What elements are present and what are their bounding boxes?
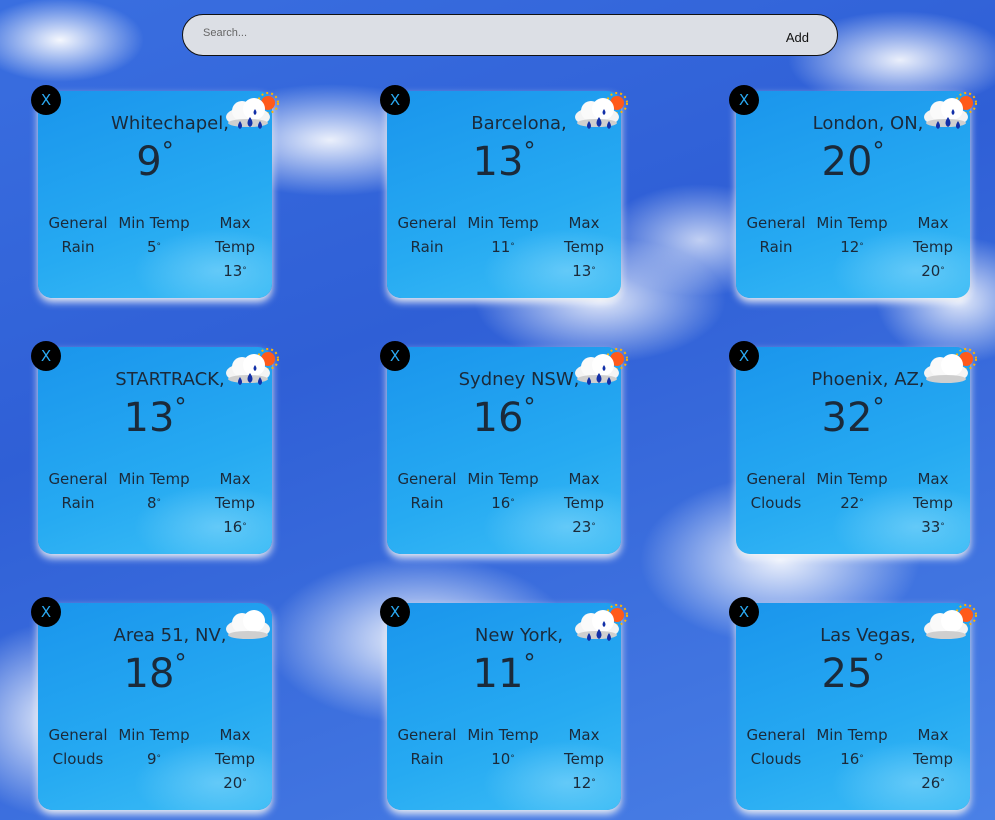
weather-card: X New York, 11° General Rain Min Temp 10° … [380, 597, 628, 810]
current-temperature: 16° [472, 393, 536, 441]
city-name: Las Vegas, [820, 625, 916, 646]
city-name: London, ON, [812, 113, 924, 134]
current-temperature: 13° [472, 137, 536, 185]
current-temperature: 20° [821, 137, 885, 185]
max-temp-column: Max Temp 12° [564, 726, 604, 792]
close-button[interactable]: X [380, 597, 410, 627]
current-temperature: 25° [821, 649, 885, 697]
city-name: New York, [474, 625, 564, 646]
current-temperature: 18° [123, 649, 187, 697]
weather-card: X Sydney NSW, 16° General Rain Min Temp 16… [380, 341, 628, 554]
close-button[interactable]: X [729, 597, 759, 627]
city-name: Barcelona, [471, 113, 567, 134]
city-name: Area 51, NV, [113, 625, 227, 646]
close-button[interactable]: X [31, 341, 61, 371]
current-temperature: 32° [821, 393, 885, 441]
current-temperature: 13° [123, 393, 187, 441]
close-button[interactable]: X [31, 85, 61, 115]
city-name: Phoenix, AZ, [811, 369, 925, 390]
city-name: Whitechapel, [111, 113, 229, 134]
max-temp-column: Max Temp 13° [215, 214, 255, 280]
close-button[interactable]: X [31, 597, 61, 627]
min-temp-column: Min Temp 9° [118, 726, 190, 768]
max-temp-column: Max Temp 20° [215, 726, 255, 792]
general-column: General Rain [48, 214, 108, 256]
search-bar: Add [182, 14, 838, 56]
weather-card: X Area 51, NV, 18° General Clouds Min Tem… [31, 597, 272, 810]
general-column: General Rain [48, 470, 108, 512]
close-button[interactable]: X [729, 85, 759, 115]
weather-card: X Whitechapel, 9° General Rain Min Temp 5°… [31, 85, 279, 298]
max-temp-column: Max Temp 20° [913, 214, 953, 280]
close-button[interactable]: X [380, 341, 410, 371]
min-temp-column: Min Temp 8° [118, 470, 190, 512]
weather-card: X Las Vegas, 25° General Clouds Min Temp 1… [729, 597, 977, 810]
city-name: Sydney NSW, [458, 369, 580, 390]
weather-card: X STARTRACK, 13° General Rain Min Temp 8° … [31, 341, 279, 554]
min-temp-column: Min Temp 5° [118, 214, 190, 256]
city-name: STARTRACK, [115, 369, 225, 390]
weather-card: X London, ON, 20° General Rain Min Temp 12… [729, 85, 977, 298]
min-temp-column: Min Temp 22° [816, 470, 888, 512]
close-button[interactable]: X [380, 85, 410, 115]
max-temp-column: Max Temp 13° [564, 214, 604, 280]
general-column: General Clouds [746, 726, 806, 768]
general-column: General Rain [746, 214, 806, 256]
general-column: General Clouds [48, 726, 108, 768]
min-temp-column: Min Temp 11° [467, 214, 539, 256]
weather-card: X Phoenix, AZ, 32° General Clouds Min Tem… [729, 341, 977, 554]
current-temperature: 11° [472, 649, 536, 697]
min-temp-column: Min Temp 16° [816, 726, 888, 768]
general-column: General Rain [397, 214, 457, 256]
max-temp-column: Max Temp 16° [215, 470, 255, 536]
min-temp-column: Min Temp 12° [816, 214, 888, 256]
current-temperature: 9° [136, 137, 174, 185]
max-temp-column: Max Temp 26° [913, 726, 953, 792]
add-button[interactable]: Add [786, 30, 809, 45]
max-temp-column: Max Temp 33° [913, 470, 953, 536]
close-button[interactable]: X [729, 341, 759, 371]
min-temp-column: Min Temp 16° [467, 470, 539, 512]
general-column: General Rain [397, 726, 457, 768]
general-column: General Clouds [746, 470, 806, 512]
general-column: General Rain [397, 470, 457, 512]
max-temp-column: Max Temp 23° [564, 470, 604, 536]
weather-card: X Barcelona, 13° General Rain Min Temp 11°… [380, 85, 628, 298]
search-input[interactable] [201, 26, 705, 40]
min-temp-column: Min Temp 10° [467, 726, 539, 768]
